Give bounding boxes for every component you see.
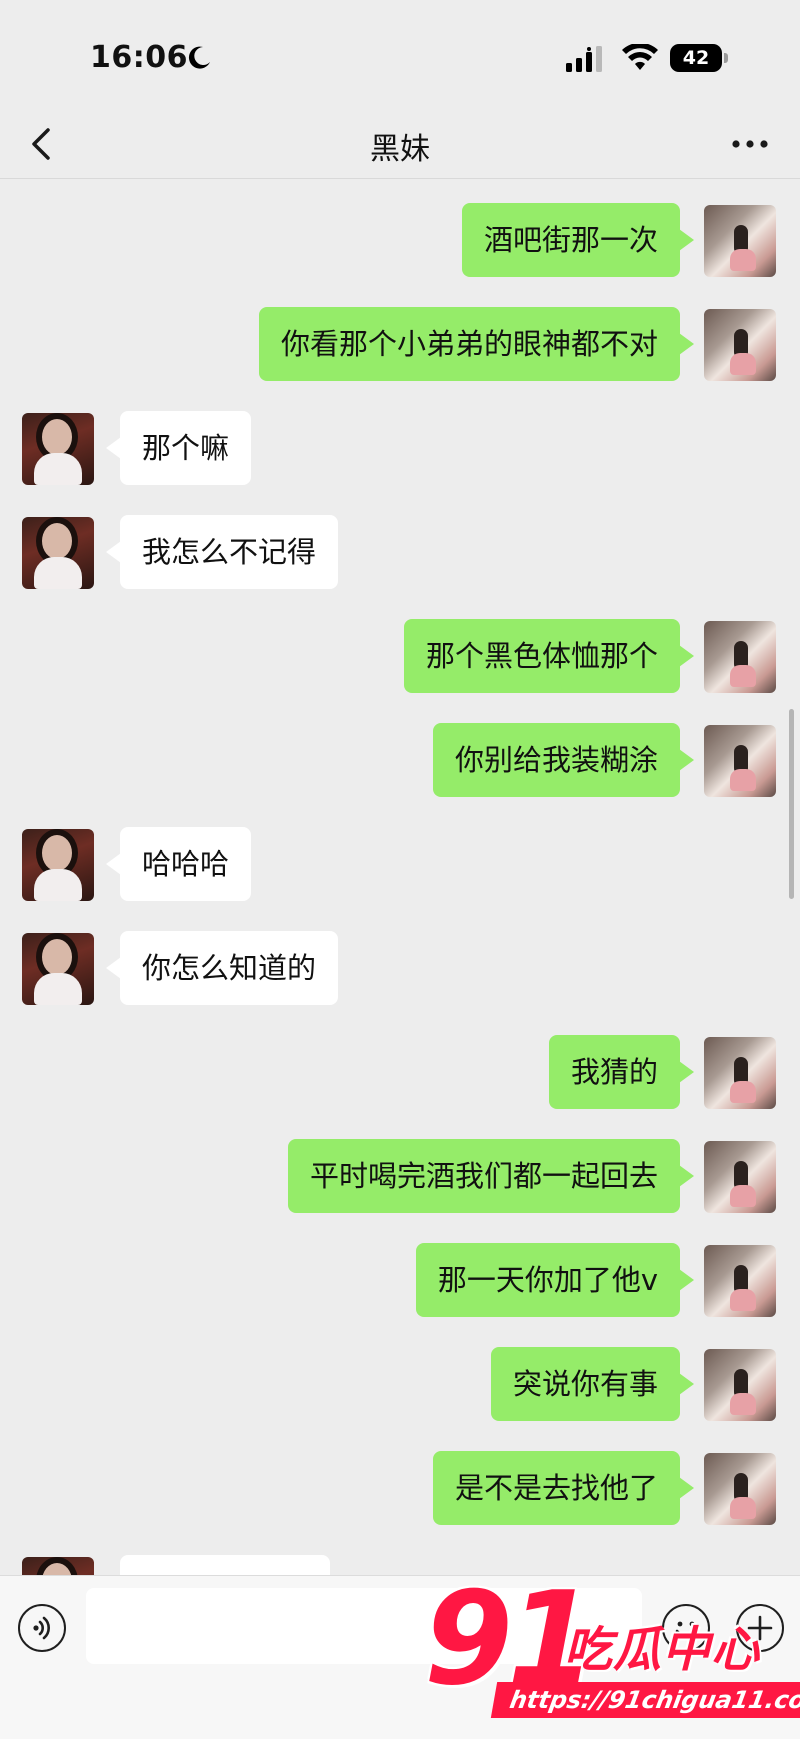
message-row-me: 是不是去找他了 [0,1451,800,1527]
status-time: 16:06 [90,40,188,75]
message-bubble[interactable]: 那个黑色体恤那个 [403,619,695,693]
message-row-me: 你看那个小弟弟的眼神都不对 [0,307,800,383]
input-bar [0,1575,800,1739]
message-row-them: 那个嘛 [0,411,800,487]
moon-icon [188,46,210,69]
message-row-me: 突说你有事 [0,1347,800,1423]
message-row-me: 平时喝完酒我们都一起回去 [0,1139,800,1215]
battery-cap [724,53,728,63]
message-bubble[interactable]: 我猜的 [548,1035,695,1109]
message-bubble[interactable]: 那一天你加了他v [415,1243,695,1317]
contact-avatar[interactable] [22,413,94,485]
message-bubble[interactable]: 突说你有事 [490,1347,695,1421]
emoji-icon [675,1621,697,1637]
emoji-button[interactable] [662,1604,710,1652]
status-bar: 16:06 42 [0,0,800,110]
message-row-me: 酒吧街那一次 [0,203,800,279]
message-bubble[interactable]: 酒吧街那一次 [461,203,695,277]
contact-avatar[interactable] [22,517,94,589]
chat-message-list[interactable]: 酒吧街那一次 你看那个小弟弟的眼神都不对 那个嘛 我怎么不记得 那个黑色体恤那个… [0,179,800,1575]
voice-icon [33,1616,50,1640]
my-avatar[interactable] [704,725,776,797]
my-avatar[interactable] [704,1453,776,1525]
battery-icon: 42 [670,44,722,72]
contact-avatar[interactable] [22,1557,94,1575]
more-options-button[interactable] [722,122,778,166]
contact-avatar[interactable] [22,829,94,901]
message-row-me: 你别给我装糊涂 [0,723,800,799]
message-bubble[interactable]: 你怎么知道的 [105,931,339,1005]
nav-bar: 黑妹 [0,110,800,179]
message-row-them: 我怎么不记得 [0,515,800,591]
my-avatar[interactable] [704,205,776,277]
signal-icon [566,46,602,72]
add-button[interactable] [736,1604,784,1652]
message-bubble[interactable]: 哈哈哈 [105,827,252,901]
my-avatar[interactable] [704,1037,776,1109]
message-row-them: 你怎么知道的 [0,931,800,1007]
message-row-them [0,1555,800,1575]
message-row-me: 那个黑色体恤那个 [0,619,800,695]
message-bubble[interactable]: 平时喝完酒我们都一起回去 [287,1139,695,1213]
chat-title: 黑妹 [370,132,430,167]
message-row-me: 那一天你加了他v [0,1243,800,1319]
message-bubble[interactable]: 你别给我装糊涂 [432,723,695,797]
message-input[interactable] [86,1588,642,1664]
my-avatar[interactable] [704,309,776,381]
message-bubble[interactable]: 那个嘛 [105,411,252,485]
scroll-indicator[interactable] [789,709,794,899]
wifi-icon [622,44,658,70]
message-bubble[interactable]: 你看那个小弟弟的眼神都不对 [258,307,695,381]
voice-button[interactable] [18,1604,66,1652]
message-bubble[interactable]: 我怎么不记得 [105,515,339,589]
message-row-me: 我猜的 [0,1035,800,1111]
add-icon [747,1615,773,1641]
message-bubble[interactable] [120,1555,330,1575]
my-avatar[interactable] [704,1245,776,1317]
my-avatar[interactable] [704,1349,776,1421]
my-avatar[interactable] [704,621,776,693]
contact-avatar[interactable] [22,933,94,1005]
message-bubble[interactable]: 是不是去找他了 [432,1451,695,1525]
message-row-them: 哈哈哈 [0,827,800,903]
my-avatar[interactable] [704,1141,776,1213]
